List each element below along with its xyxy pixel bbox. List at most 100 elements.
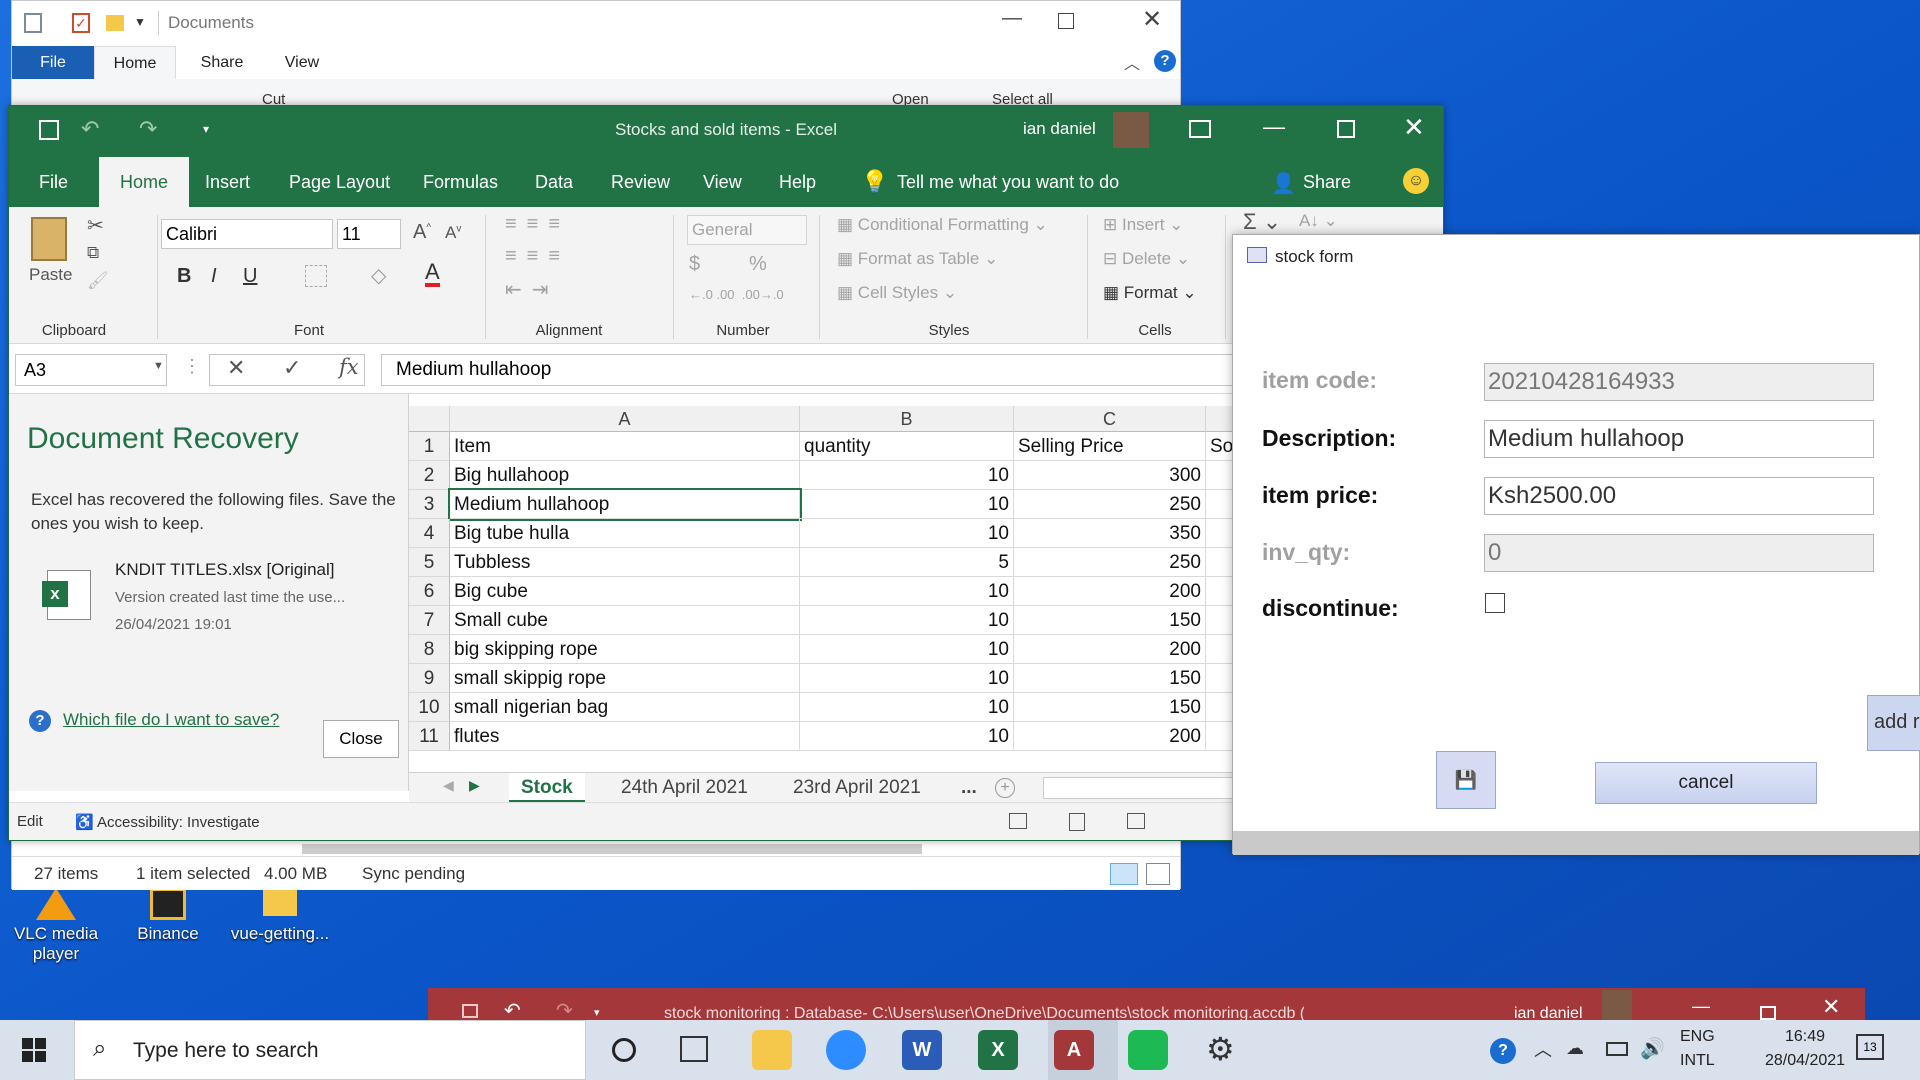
quick-access-dropdown-icon[interactable]: ▼ xyxy=(134,15,146,29)
clock-time[interactable]: 16:49 xyxy=(1760,1028,1850,1046)
sheet-tab-24th-april[interactable]: 24th April 2021 xyxy=(609,773,760,803)
horizontal-align-icons[interactable]: ≡≡≡ xyxy=(505,245,570,268)
tab-data[interactable]: Data xyxy=(535,157,573,207)
tab-view[interactable]: View xyxy=(703,157,742,207)
feedback-smiley-icon[interactable]: ☺ xyxy=(1403,168,1429,194)
fill-color-icon[interactable]: ◇ xyxy=(371,263,386,288)
table-header-cell[interactable]: quantity xyxy=(800,432,1014,461)
desktop-icon-vlc[interactable]: VLC media player xyxy=(8,888,104,964)
ribbon-display-options-icon[interactable] xyxy=(1189,120,1211,138)
recovered-file-name[interactable]: KNDIT TITLES.xlsx [Original] xyxy=(115,560,334,580)
spotify-taskbar-icon[interactable] xyxy=(1128,1030,1168,1070)
row-header[interactable]: 5 xyxy=(409,548,450,577)
close-icon[interactable]: ✕ xyxy=(1822,994,1840,1020)
tell-me-search[interactable]: Tell me what you want to do xyxy=(897,157,1119,207)
table-cell[interactable]: 250 xyxy=(1014,548,1206,577)
onedrive-icon[interactable]: ☁ xyxy=(1566,1038,1584,1059)
page-layout-view-icon[interactable] xyxy=(1069,813,1085,831)
recovery-close-button[interactable]: Close xyxy=(323,720,399,758)
row-header[interactable]: 3 xyxy=(409,490,450,519)
description-field[interactable]: Medium hullahoop xyxy=(1484,420,1874,458)
more-sheets-button[interactable]: ... xyxy=(949,773,989,803)
tab-home[interactable]: Home xyxy=(94,46,176,79)
table-cell[interactable]: 300 xyxy=(1014,461,1206,490)
minimize-icon[interactable]: — xyxy=(1692,996,1710,1017)
table-cell[interactable]: 10 xyxy=(800,606,1014,635)
cancel-button[interactable]: cancel xyxy=(1595,762,1817,804)
sort-filter-icon[interactable]: A↓ ⌄ xyxy=(1299,211,1338,231)
decimal-icons[interactable]: ←.0 .00 .00→.0 xyxy=(689,287,784,302)
settings-gear-icon[interactable]: ⚙ xyxy=(1206,1030,1235,1068)
table-cell[interactable]: 200 xyxy=(1014,722,1206,751)
delete-cells-button[interactable]: ⊟ Delete ⌄ xyxy=(1103,249,1190,269)
share-button[interactable]: Share xyxy=(1303,157,1351,207)
column-header-b[interactable]: B xyxy=(800,406,1014,432)
column-header-a[interactable]: A xyxy=(450,406,800,432)
paste-button[interactable]: Paste xyxy=(29,265,72,285)
help-tray-icon[interactable]: ? xyxy=(1490,1038,1516,1064)
details-view-icon[interactable] xyxy=(1110,863,1138,885)
row-header[interactable]: 11 xyxy=(409,722,450,751)
table-cell[interactable]: 10 xyxy=(800,519,1014,548)
task-view-icon[interactable] xyxy=(680,1036,708,1062)
vertical-align-icons[interactable]: ≡≡≡ xyxy=(505,213,570,236)
windows-start-icon[interactable] xyxy=(22,1038,46,1062)
conditional-formatting-button[interactable]: ▦ Conditional Formatting ⌄ xyxy=(837,215,1048,235)
language-secondary[interactable]: INTL xyxy=(1680,1052,1715,1070)
table-cell[interactable]: Tubbless xyxy=(450,548,800,577)
copy-icon[interactable]: ⧉ xyxy=(87,243,99,263)
sheet-tab-stock[interactable]: Stock xyxy=(509,773,585,803)
table-cell[interactable]: small skippig rope xyxy=(450,664,800,693)
customize-qat-icon[interactable]: ▾ xyxy=(594,1006,600,1019)
select-all-corner[interactable] xyxy=(409,406,450,432)
row-header[interactable]: 9 xyxy=(409,664,450,693)
file-explorer-taskbar-icon[interactable] xyxy=(752,1030,792,1070)
row-header[interactable]: 4 xyxy=(409,519,450,548)
tab-help[interactable]: Help xyxy=(779,157,816,207)
cortana-icon[interactable] xyxy=(612,1038,636,1062)
table-cell[interactable]: 10 xyxy=(800,577,1014,606)
table-cell[interactable]: flutes xyxy=(450,722,800,751)
cancel-entry-icon[interactable]: ✕ xyxy=(227,355,245,381)
column-header-c[interactable]: C xyxy=(1014,406,1206,432)
normal-view-icon[interactable] xyxy=(1009,813,1027,829)
insert-function-icon[interactable]: fx xyxy=(339,355,359,379)
table-cell[interactable]: 5 xyxy=(800,548,1014,577)
zoom-taskbar-icon[interactable] xyxy=(826,1030,866,1070)
desktop-icon-binance[interactable]: Binance xyxy=(120,888,216,944)
table-cell[interactable]: 250 xyxy=(1014,490,1206,519)
more-options-icon[interactable]: ⋮ xyxy=(183,356,201,377)
row-header[interactable]: 2 xyxy=(409,461,450,490)
tab-review[interactable]: Review xyxy=(611,157,670,207)
tab-page-layout[interactable]: Page Layout xyxy=(289,157,390,207)
table-header-cell[interactable]: Item xyxy=(450,432,800,461)
font-color-icon[interactable]: A xyxy=(425,261,440,287)
add-record-button[interactable]: add r xyxy=(1867,695,1920,751)
format-painter-icon[interactable]: 🖌 xyxy=(87,271,109,291)
cell-styles-button[interactable]: ▦ Cell Styles ⌄ xyxy=(837,283,957,303)
table-cell[interactable]: Medium hullahoop xyxy=(448,488,802,521)
taskbar-search-box[interactable]: ⌕ Type here to search xyxy=(74,1020,586,1080)
notification-center-icon[interactable]: 13 xyxy=(1856,1034,1884,1060)
accounting-format-icon[interactable]: $ xyxy=(689,253,700,276)
table-cell[interactable]: 150 xyxy=(1014,664,1206,693)
row-header[interactable]: 8 xyxy=(409,635,450,664)
desktop-icon-vue-folder[interactable]: vue-getting... xyxy=(226,888,334,944)
sheet-tab-23rd-april[interactable]: 23rd April 2021 xyxy=(781,773,933,803)
italic-button[interactable]: I xyxy=(211,265,217,288)
table-cell[interactable]: 200 xyxy=(1014,635,1206,664)
row-header[interactable]: 6 xyxy=(409,577,450,606)
table-cell[interactable]: Big tube hulla xyxy=(450,519,800,548)
language-primary[interactable]: ENG xyxy=(1680,1028,1715,1046)
insert-cells-button[interactable]: ⊞ Insert ⌄ xyxy=(1103,215,1183,235)
maximize-icon[interactable] xyxy=(1760,1006,1776,1020)
row-header[interactable]: 10 xyxy=(409,693,450,722)
paste-icon[interactable] xyxy=(31,217,67,261)
save-record-button[interactable]: 💾 xyxy=(1436,751,1496,809)
explorer-scrollbar[interactable] xyxy=(302,844,922,854)
collapse-ribbon-icon[interactable]: ︿ xyxy=(1124,50,1140,74)
access-taskbar-icon[interactable]: A xyxy=(1054,1030,1094,1070)
table-cell[interactable]: 350 xyxy=(1014,519,1206,548)
show-hidden-icons-icon[interactable]: ︿ xyxy=(1534,1036,1552,1062)
tab-insert[interactable]: Insert xyxy=(205,157,250,207)
